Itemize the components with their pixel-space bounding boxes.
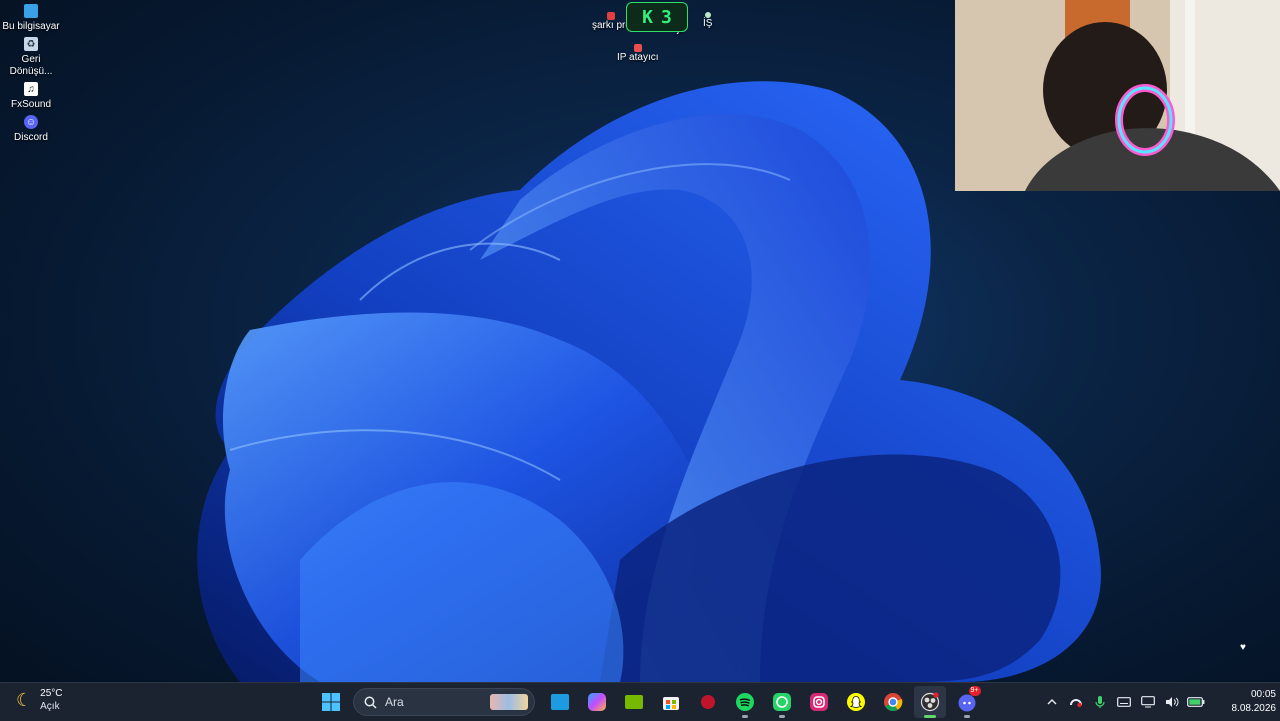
desktop-icon-recycle-bin[interactable]: ♻ Geri Dönüşü... xyxy=(0,37,62,78)
display-icon[interactable] xyxy=(1136,687,1160,717)
taskbar-chrome[interactable] xyxy=(877,686,909,718)
chrome-icon xyxy=(883,693,902,712)
desktop-icon-is[interactable]: İŞ xyxy=(703,12,712,29)
computer-icon xyxy=(24,4,38,18)
start-icon xyxy=(321,693,340,711)
running-indicator xyxy=(741,715,748,718)
whatsapp-icon xyxy=(772,693,791,711)
obs-icon xyxy=(920,692,939,712)
vpn-icon[interactable] xyxy=(1064,687,1088,717)
search-highlight-image xyxy=(490,694,528,710)
heart-icon: ♥ xyxy=(1240,642,1246,653)
desktop-icon-label: Geri Dönüşü... xyxy=(9,54,53,77)
spotify-icon xyxy=(735,693,754,711)
recycle-bin-icon: ♻ xyxy=(24,37,38,51)
taskbar-search[interactable]: Ara xyxy=(353,688,535,716)
file-icon xyxy=(607,12,616,20)
desktop-icon-computer[interactable]: Bu bilgisayar xyxy=(0,4,62,33)
taskbar-snapchat[interactable] xyxy=(840,686,872,718)
taskbar-instagram[interactable] xyxy=(803,686,835,718)
taskbar-nvidia[interactable] xyxy=(618,686,650,718)
taskbar-obs[interactable] xyxy=(913,686,946,718)
clock-time: 00:05 xyxy=(1250,689,1276,700)
running-indicator xyxy=(778,715,785,718)
taskbar-app-red[interactable] xyxy=(692,686,724,718)
desktop-icon-label: FxSound xyxy=(10,99,52,110)
overlay-value: 3 xyxy=(661,6,672,28)
clock-date: 8.08.2026 xyxy=(1231,703,1277,714)
weather-condition: Açık xyxy=(40,701,60,712)
discord-icon: ☺ xyxy=(24,115,38,129)
start-button[interactable] xyxy=(315,686,347,718)
taskbar-whatsapp[interactable] xyxy=(766,686,798,718)
snapchat-icon xyxy=(846,693,865,711)
desktop-corner-indicator: ♥ xyxy=(1240,630,1246,654)
moon-icon: ☾ xyxy=(16,689,33,710)
desktop-icon-column: Bu bilgisayar ♻ Geri Dönüşü... ♫ FxSound… xyxy=(0,0,62,144)
desktop-icon-discord[interactable]: ☺ Discord xyxy=(0,115,62,144)
taskbar-spotify[interactable] xyxy=(729,686,761,718)
desktop-icon-label: IP atayıcı xyxy=(617,52,659,63)
taskbar-clock[interactable]: 00:05 8.08.2026 xyxy=(1218,688,1277,716)
active-indicator xyxy=(923,715,936,718)
keyboard-icon[interactable] xyxy=(1112,687,1136,717)
discord-badge: 9+ xyxy=(968,686,981,696)
copilot-icon xyxy=(587,693,606,711)
instagram-icon xyxy=(809,693,828,711)
desktop-icon-label: Discord xyxy=(14,132,48,143)
file-explorer-icon xyxy=(550,694,569,710)
desktop-icon-label: Bu bilgisayar xyxy=(2,21,60,32)
running-indicator xyxy=(963,715,970,718)
taskbar-file-explorer[interactable] xyxy=(544,686,576,718)
system-tray xyxy=(1040,687,1208,717)
nvidia-icon xyxy=(624,695,643,709)
microsoft-store-icon xyxy=(662,697,679,710)
webcam-image xyxy=(955,0,1280,191)
app-red-icon xyxy=(700,695,715,709)
desktop-icon-ip-atayici[interactable]: IP atayıcı xyxy=(617,44,659,63)
overlay-key: K xyxy=(642,6,653,28)
fxsound-icon: ♫ xyxy=(24,82,38,96)
weather-temperature: 25°C xyxy=(40,688,63,699)
desktop-icon-fxsound[interactable]: ♫ FxSound xyxy=(0,82,62,111)
webcam-feed xyxy=(955,0,1280,191)
taskbar-microsoft-store[interactable] xyxy=(655,686,687,718)
volume-icon[interactable] xyxy=(1160,687,1184,717)
taskbar-apps: Ara 9+ xyxy=(312,686,985,718)
battery-icon[interactable] xyxy=(1184,687,1208,717)
microphone-icon[interactable] xyxy=(1088,687,1112,717)
search-placeholder: Ara xyxy=(385,695,404,709)
taskbar: ☾ 25°C Açık Ara 9+ 00:05 8.08.2026 xyxy=(0,682,1280,721)
taskbar-copilot[interactable] xyxy=(581,686,613,718)
chevron-up-icon[interactable] xyxy=(1040,687,1064,717)
desktop-icon-label: İŞ xyxy=(703,18,713,29)
keystroke-overlay: K 3 xyxy=(626,2,688,32)
taskbar-discord[interactable]: 9+ xyxy=(951,686,983,718)
network-icon xyxy=(633,44,642,52)
search-icon xyxy=(364,696,377,709)
weather-widget[interactable]: ☾ 25°C Açık xyxy=(16,687,62,713)
